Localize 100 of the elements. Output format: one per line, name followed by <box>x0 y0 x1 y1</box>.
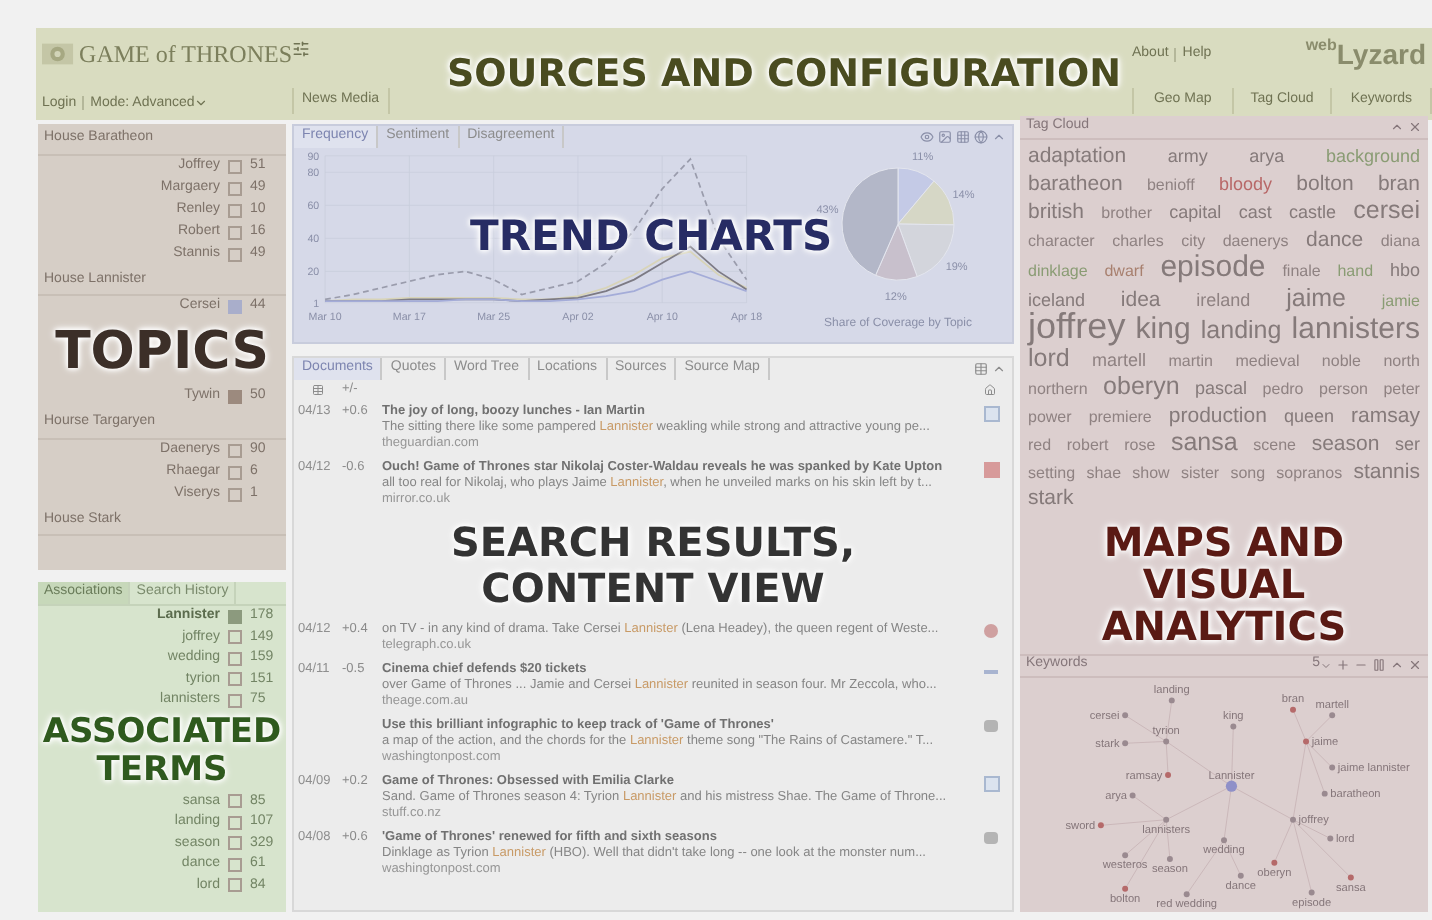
checkbox[interactable] <box>228 203 242 217</box>
tag-word[interactable]: lord <box>1028 345 1070 372</box>
tag-word[interactable]: idea <box>1120 287 1161 314</box>
tag-word[interactable]: person <box>1319 376 1368 403</box>
checkbox[interactable] <box>228 159 242 173</box>
tag-word[interactable]: hbo <box>1389 258 1420 285</box>
tag-word[interactable]: dwarf <box>1104 258 1144 285</box>
checkbox[interactable] <box>228 300 242 314</box>
graph-node[interactable] <box>1163 737 1170 744</box>
tag-word[interactable]: background <box>1325 144 1420 171</box>
tag-word[interactable]: bloody <box>1218 171 1273 198</box>
graph-node[interactable] <box>1290 705 1296 712</box>
tag-word[interactable]: season <box>1311 432 1380 459</box>
tag-word[interactable]: baratheon <box>1028 171 1123 198</box>
checkbox[interactable] <box>228 630 242 645</box>
tag-word[interactable]: dance <box>1306 227 1364 254</box>
tag-word[interactable]: army <box>1167 144 1208 171</box>
tag-word[interactable]: british <box>1028 200 1085 227</box>
graph-node[interactable] <box>1290 815 1296 822</box>
graph-node[interactable] <box>1163 815 1170 822</box>
graph-node[interactable] <box>1225 779 1238 791</box>
tag-word[interactable]: arya <box>1249 144 1285 171</box>
tag-word[interactable]: medieval <box>1235 347 1300 374</box>
graph-node[interactable] <box>1129 791 1136 798</box>
graph-node[interactable] <box>1097 821 1104 828</box>
pause-icon[interactable] <box>1372 658 1386 672</box>
tag-word[interactable]: ramsay <box>1351 403 1420 430</box>
globe-icon[interactable] <box>974 130 988 144</box>
graph-node[interactable] <box>1308 888 1315 895</box>
close-icon[interactable] <box>1408 658 1422 672</box>
tag-word[interactable]: cersei <box>1353 198 1420 225</box>
tag-word[interactable]: daenerys <box>1222 227 1289 254</box>
checkbox[interactable] <box>228 815 242 830</box>
tag-word[interactable]: stark <box>1028 486 1074 513</box>
checkbox[interactable] <box>228 247 242 261</box>
checkbox[interactable] <box>228 181 242 195</box>
tag-word[interactable]: scene <box>1253 432 1296 459</box>
tag-word[interactable]: martin <box>1168 347 1213 374</box>
checkbox[interactable] <box>228 465 242 479</box>
tag-word[interactable]: production <box>1168 403 1267 430</box>
tag-word[interactable]: diana <box>1380 227 1420 254</box>
tag-word[interactable]: stannis <box>1353 459 1420 486</box>
tag-word[interactable]: sansa <box>1170 430 1238 457</box>
tag-word[interactable]: song <box>1230 459 1266 486</box>
tag-word[interactable]: city <box>1181 227 1206 254</box>
tag-word[interactable]: sister <box>1180 459 1220 486</box>
collapse-icon[interactable] <box>1390 658 1404 672</box>
tag-word[interactable]: finale <box>1282 258 1321 285</box>
checkbox[interactable] <box>228 651 242 666</box>
tag-word[interactable]: pascal <box>1195 376 1248 403</box>
tag-word[interactable]: martell <box>1092 347 1147 374</box>
tag-word[interactable]: charles <box>1112 227 1164 254</box>
graph-node[interactable] <box>1122 884 1129 891</box>
tag-word[interactable]: northern <box>1028 376 1088 403</box>
tag-word[interactable]: castle <box>1288 200 1336 227</box>
collapse-icon[interactable] <box>992 362 1006 376</box>
tag-word[interactable]: iceland <box>1028 287 1086 314</box>
checkbox[interactable] <box>228 836 242 851</box>
tag-word[interactable]: landing <box>1200 318 1282 345</box>
graph-node[interactable] <box>1327 834 1334 841</box>
graph-node[interactable] <box>1237 871 1244 878</box>
zoom-out-icon[interactable] <box>1354 658 1368 672</box>
graph-node[interactable] <box>1321 789 1328 796</box>
graph-node[interactable] <box>1271 858 1278 865</box>
checkbox[interactable] <box>228 443 242 457</box>
graph-node[interactable] <box>1168 696 1175 703</box>
tag-word[interactable]: peter <box>1383 376 1420 403</box>
tag-word[interactable]: sopranos <box>1276 459 1343 486</box>
tag-word[interactable]: ireland <box>1196 287 1251 314</box>
tag-word[interactable]: shae <box>1086 459 1122 486</box>
graph-node[interactable] <box>1347 873 1354 880</box>
checkbox[interactable] <box>228 693 242 708</box>
checkbox[interactable] <box>228 390 242 404</box>
tag-word[interactable]: pedro <box>1262 376 1304 403</box>
checkbox[interactable] <box>228 487 242 501</box>
tag-word[interactable]: king <box>1135 316 1191 343</box>
graph-node[interactable] <box>1166 854 1173 861</box>
tag-word[interactable]: jaime <box>1286 285 1346 312</box>
checkbox[interactable] <box>228 672 242 687</box>
collapse-icon[interactable] <box>992 130 1006 144</box>
tag-word[interactable]: north <box>1383 347 1420 374</box>
tag-word[interactable]: episode <box>1160 254 1266 281</box>
tag-word[interactable]: hand <box>1337 258 1374 285</box>
tag-word[interactable]: premiere <box>1088 403 1152 430</box>
graph-node[interactable] <box>1122 739 1129 746</box>
tag-word[interactable]: dinklage <box>1028 258 1088 285</box>
tag-word[interactable]: character <box>1028 227 1095 254</box>
tag-word[interactable]: cast <box>1238 200 1272 227</box>
checkbox[interactable] <box>228 878 242 893</box>
tag-word[interactable]: robert <box>1066 432 1109 459</box>
tag-word[interactable]: noble <box>1321 347 1361 374</box>
tag-word[interactable]: rose <box>1124 432 1156 459</box>
tag-word[interactable]: setting <box>1028 459 1076 486</box>
graph-node[interactable] <box>1329 763 1336 770</box>
checkbox[interactable] <box>228 794 242 809</box>
graph-node[interactable] <box>1230 722 1237 729</box>
tag-word[interactable]: red <box>1028 432 1052 459</box>
close-icon[interactable] <box>1408 120 1422 134</box>
graph-node[interactable] <box>1183 890 1190 897</box>
tag-word[interactable]: bolton <box>1296 171 1354 198</box>
